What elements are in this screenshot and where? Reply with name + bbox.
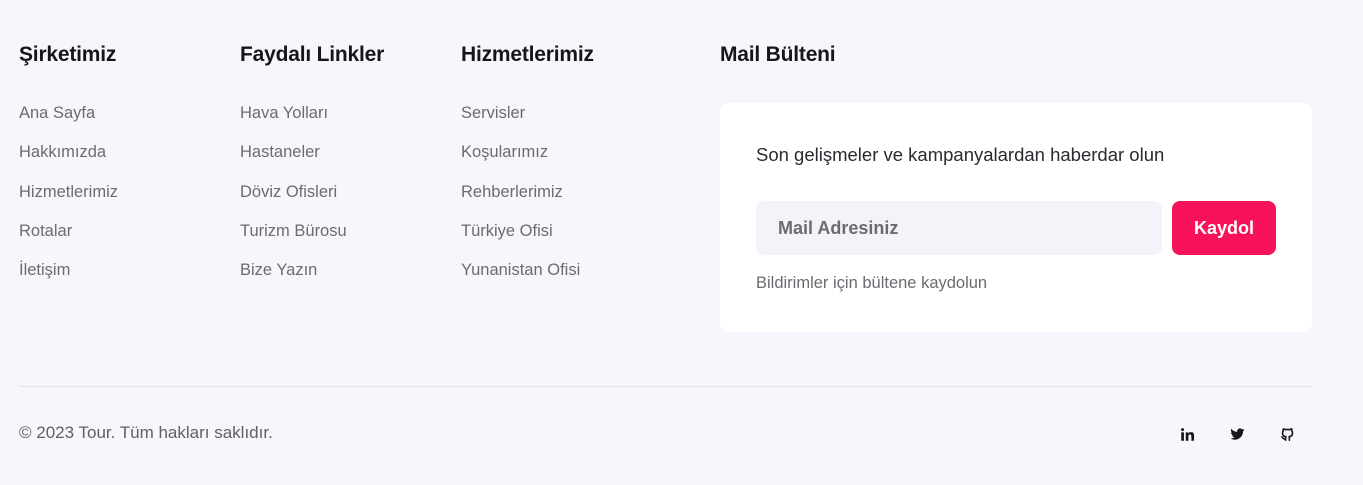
- column-title: Şirketimiz: [19, 43, 117, 66]
- list-item: Türkiye Ofisi: [461, 222, 594, 261]
- link-write-us[interactable]: Bize Yazın: [240, 261, 317, 279]
- link-contact[interactable]: İletişim: [19, 261, 70, 279]
- link-terms[interactable]: Koşularımız: [461, 143, 548, 161]
- list-item: Hizmetlerimiz: [19, 183, 118, 222]
- column-title: Hizmetlerimiz: [461, 43, 594, 66]
- link-list: Servisler Koşularımız Rehberlerimiz Türk…: [461, 104, 594, 300]
- linkedin-icon[interactable]: [1178, 425, 1196, 443]
- list-item: Döviz Ofisleri: [240, 183, 384, 222]
- list-item: Rehberlerimiz: [461, 183, 594, 222]
- footer-column-company: Şirketimiz Ana Sayfa Hakkımızda Hizmetle…: [19, 40, 118, 300]
- list-item: Ana Sayfa: [19, 104, 118, 143]
- twitter-icon[interactable]: [1228, 425, 1246, 443]
- list-item: Hakkımızda: [19, 143, 118, 182]
- footer-column-services: Hizmetlerimiz Servisler Koşularımız Rehb…: [461, 40, 594, 300]
- footer-column-useful-links: Faydalı Linkler Hava Yolları Hastaneler …: [240, 40, 384, 300]
- link-guides[interactable]: Rehberlerimiz: [461, 183, 563, 201]
- link-list: Hava Yolları Hastaneler Döviz Ofisleri T…: [240, 104, 384, 300]
- link-home[interactable]: Ana Sayfa: [19, 104, 95, 122]
- link-about[interactable]: Hakkımızda: [19, 143, 106, 161]
- link-services[interactable]: Hizmetlerimiz: [19, 183, 118, 201]
- copyright-text: © 2023 Tour. Tüm hakları saklıdır.: [19, 423, 273, 442]
- list-item: Hava Yolları: [240, 104, 384, 143]
- link-exchange-offices[interactable]: Döviz Ofisleri: [240, 183, 337, 201]
- newsletter-title: Mail Bülteni: [720, 43, 836, 66]
- link-service-list[interactable]: Servisler: [461, 104, 525, 122]
- newsletter-card: Son gelişmeler ve kampanyalardan haberda…: [720, 103, 1312, 332]
- newsletter-lead: Son gelişmeler ve kampanyalardan haberda…: [756, 144, 1165, 165]
- list-item: Hastaneler: [240, 143, 384, 182]
- link-routes[interactable]: Rotalar: [19, 222, 72, 240]
- list-item: Turizm Bürosu: [240, 222, 384, 261]
- list-item: Bize Yazın: [240, 261, 384, 300]
- footer-divider: [19, 386, 1312, 387]
- github-icon[interactable]: [1278, 425, 1296, 443]
- column-title: Faydalı Linkler: [240, 43, 385, 66]
- email-input[interactable]: [756, 201, 1162, 255]
- list-item: Servisler: [461, 104, 594, 143]
- list-item: Yunanistan Ofisi: [461, 261, 594, 300]
- link-turkey-office[interactable]: Türkiye Ofisi: [461, 222, 553, 240]
- list-item: Koşularımız: [461, 143, 594, 182]
- subscribe-button[interactable]: Kaydol: [1172, 201, 1276, 255]
- link-tourism-office[interactable]: Turizm Bürosu: [240, 222, 347, 240]
- link-airlines[interactable]: Hava Yolları: [240, 104, 328, 122]
- link-list: Ana Sayfa Hakkımızda Hizmetlerimiz Rotal…: [19, 104, 118, 300]
- list-item: Rotalar: [19, 222, 118, 261]
- link-hospitals[interactable]: Hastaneler: [240, 143, 320, 161]
- footer-column-newsletter: Mail Bülteni: [720, 40, 836, 70]
- list-item: İletişim: [19, 261, 118, 300]
- link-greece-office[interactable]: Yunanistan Ofisi: [461, 261, 580, 279]
- newsletter-hint: Bildirimler için bültene kaydolun: [756, 274, 988, 292]
